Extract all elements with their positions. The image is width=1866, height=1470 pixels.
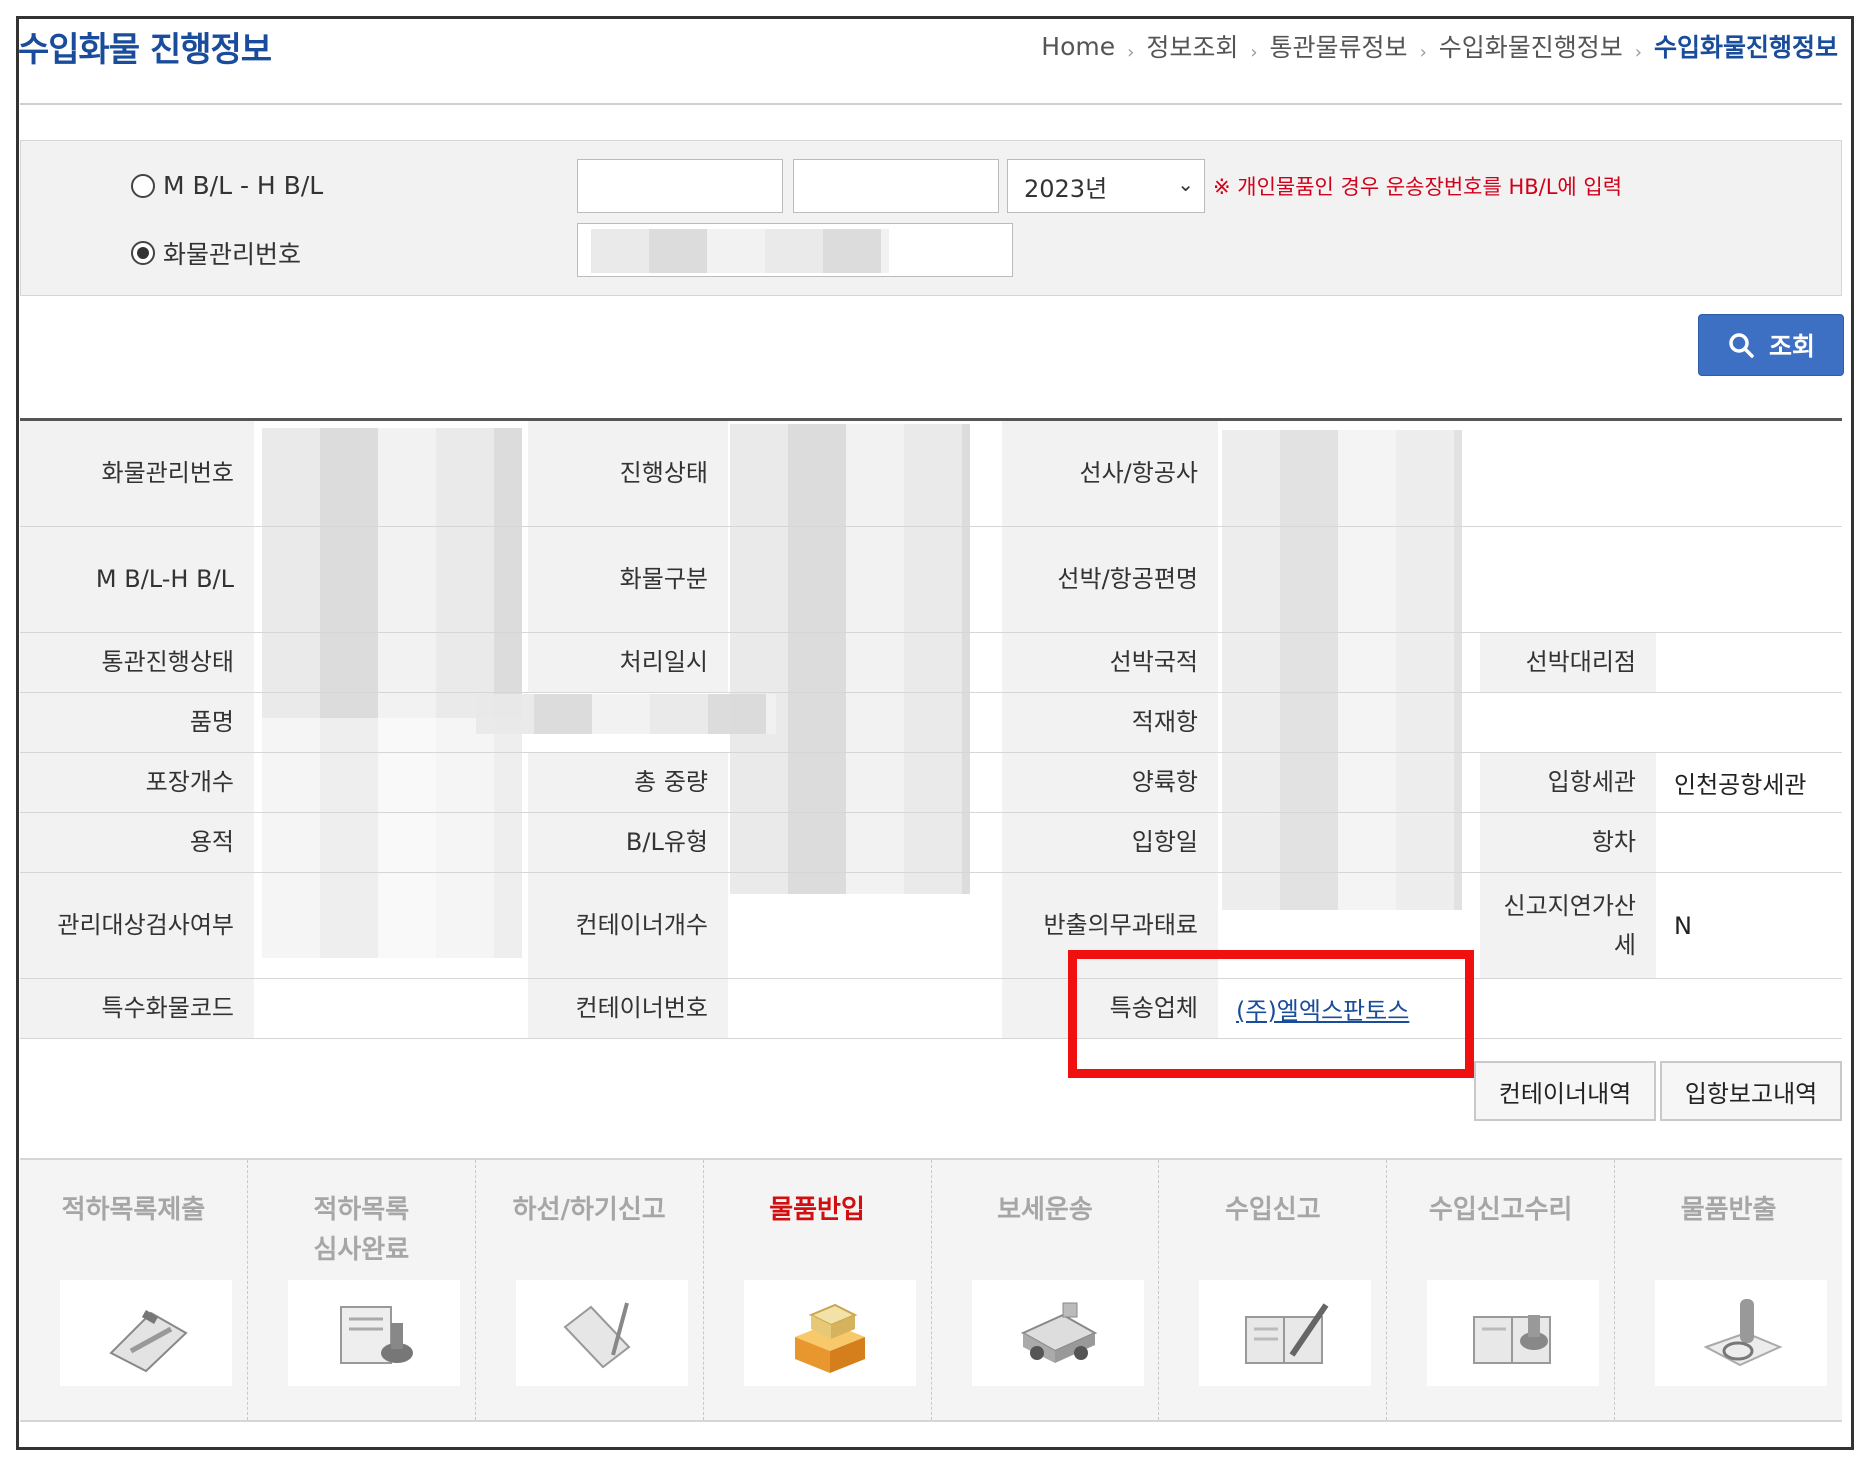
table-top-border xyxy=(20,418,1842,421)
breadcrumb-current: 수입화물진행정보 xyxy=(1653,33,1838,62)
breadcrumb-import-cargo[interactable]: 수입화물진행정보 xyxy=(1439,28,1623,64)
label-loading-port: 적재항 xyxy=(1002,693,1218,752)
label-customs-status: 통관진행상태 xyxy=(20,633,254,692)
step-import-declaration: 수입신고 xyxy=(1159,1160,1388,1420)
breadcrumb-separator-icon: › xyxy=(1250,41,1258,63)
label-item-name: 품명 xyxy=(20,693,254,752)
step-goods-release: 물품반출 xyxy=(1615,1160,1842,1420)
redacted-cargo-number xyxy=(591,229,889,273)
redacted-column-2 xyxy=(730,424,970,894)
step-unloading-report: 하선/하기신고 xyxy=(476,1160,704,1420)
label-vessel-nation: 선박국적 xyxy=(1002,633,1218,692)
redacted-item-name xyxy=(476,694,776,734)
breadcrumb-separator-icon: › xyxy=(1419,41,1427,63)
container-history-button[interactable]: 컨테이너내역 xyxy=(1474,1061,1656,1121)
label-total-weight: 총 중량 xyxy=(528,753,728,812)
step-label: 수입신고수리 xyxy=(1428,1195,1573,1225)
label-unloading-port: 양륙항 xyxy=(1002,753,1218,812)
label-status: 진행상태 xyxy=(528,421,728,526)
radio-cargo-number-circle[interactable] xyxy=(131,241,155,265)
breadcrumb: Home › 정보조회 › 통관물류정보 › 수입화물진행정보 › 수입화물진행… xyxy=(1037,28,1842,64)
progress-steps: 적하목록제출 적하목록 심사완료 하선/하기신고 물품반입 보세운송 수입신고 … xyxy=(20,1158,1842,1422)
label-special-code: 특수화물코드 xyxy=(20,979,254,1038)
hbl-input[interactable] xyxy=(793,159,999,213)
step-label: 물품반입 xyxy=(769,1195,865,1225)
label-carrier: 선사/항공사 xyxy=(1002,421,1218,526)
release-stamp-icon xyxy=(1655,1280,1828,1386)
open-book-pen-icon xyxy=(515,1280,688,1386)
stamp-document-icon xyxy=(287,1280,460,1386)
label-volume: 용적 xyxy=(20,813,254,872)
label-container-number: 컨테이너번호 xyxy=(528,979,728,1038)
header-divider xyxy=(20,103,1842,105)
hbl-notice: ※ 개인물품인 경우 운송장번호를 HB/L에 입력 xyxy=(1213,175,1623,199)
step-label: 보세운송 xyxy=(997,1195,1093,1225)
breadcrumb-home[interactable]: Home xyxy=(1041,32,1115,61)
step-label: 적하목록제출 xyxy=(61,1195,206,1225)
page-title: 수입화물 진행정보 xyxy=(18,30,272,70)
label-cargo-type: 화물구분 xyxy=(528,527,728,632)
redacted-column-3 xyxy=(1222,430,1462,910)
label-package-count: 포장개수 xyxy=(20,753,254,812)
search-icon xyxy=(1729,333,1754,358)
notebook-stamp-icon xyxy=(1427,1280,1600,1386)
label-vessel: 선박/항공편명 xyxy=(1002,527,1218,632)
label-inspection: 관리대상검사여부 xyxy=(20,873,254,978)
search-button[interactable]: 조회 xyxy=(1698,314,1844,376)
row-divider xyxy=(20,1038,1842,1039)
label-entry-customs: 입항세관 xyxy=(1480,753,1656,812)
redacted-column-1 xyxy=(262,428,522,718)
search-button-label: 조회 xyxy=(1768,332,1815,361)
radio-cargo-number-label: 화물관리번호 xyxy=(163,240,302,269)
radio-mbl-hbl-label: M B/L - H B/L xyxy=(163,171,324,200)
row-divider xyxy=(20,692,1842,693)
step-label: 수입신고 xyxy=(1224,1195,1321,1225)
step-bonded-transport: 보세운송 xyxy=(932,1160,1160,1420)
truck-icon xyxy=(971,1280,1144,1386)
label-vessel-agent: 선박대리점 xyxy=(1480,633,1656,692)
breadcrumb-customs-logistics[interactable]: 통관물류정보 xyxy=(1270,28,1408,64)
courier-highlight-box xyxy=(1068,950,1474,1078)
label-container-count: 컨테이너개수 xyxy=(528,873,728,978)
notebook-pen-icon xyxy=(1199,1280,1372,1386)
radio-mbl-hbl[interactable]: M B/L - H B/L xyxy=(131,171,323,200)
year-select[interactable]: 2023년 ⌄ xyxy=(1007,159,1205,213)
year-select-value: 2023년 xyxy=(1024,174,1108,203)
breadcrumb-separator-icon: › xyxy=(1127,41,1135,63)
chevron-down-icon: ⌄ xyxy=(1177,172,1194,196)
step-manifest-review: 적하목록 심사완료 xyxy=(248,1160,476,1420)
entry-report-history-button[interactable]: 입항보고내역 xyxy=(1660,1061,1842,1121)
redacted-column-1-lower xyxy=(262,718,522,958)
package-box-icon xyxy=(743,1280,916,1386)
label-voyage: 항차 xyxy=(1480,813,1656,872)
step-goods-carry-in: 물품반입 xyxy=(704,1160,932,1420)
row-divider xyxy=(20,526,1842,527)
label-mbl-hbl: M B/L-H B/L xyxy=(20,527,254,632)
value-entry-customs: 인천공항세관 xyxy=(1674,771,1807,799)
step-label: 하선/하기신고 xyxy=(512,1195,666,1225)
breadcrumb-separator-icon: › xyxy=(1634,41,1642,63)
radio-cargo-number[interactable]: 화물관리번호 xyxy=(131,235,301,271)
label-cargo-number: 화물관리번호 xyxy=(20,421,254,526)
label-entry-date: 입항일 xyxy=(1002,813,1218,872)
step-label: 적하목록 심사완료 xyxy=(313,1195,410,1266)
step-import-acceptance: 수입신고수리 xyxy=(1387,1160,1616,1420)
value-late-report-tax: N xyxy=(1674,911,1692,940)
breadcrumb-info-query[interactable]: 정보조회 xyxy=(1146,28,1238,64)
mbl-input[interactable] xyxy=(577,159,783,213)
label-bl-type: B/L유형 xyxy=(528,813,728,872)
search-panel: M B/L - H B/L 화물관리번호 2023년 ⌄ ※ 개인물품인 경우 … xyxy=(20,140,1842,296)
clipboard-icon xyxy=(60,1280,232,1386)
step-label: 물품반출 xyxy=(1680,1195,1777,1225)
step-manifest-submit: 적하목록제출 xyxy=(20,1160,248,1420)
label-process-datetime: 처리일시 xyxy=(528,633,728,692)
radio-mbl-hbl-circle[interactable] xyxy=(131,173,155,198)
label-late-report-tax: 신고지연가산세 xyxy=(1480,873,1656,978)
row-divider xyxy=(20,978,1842,979)
